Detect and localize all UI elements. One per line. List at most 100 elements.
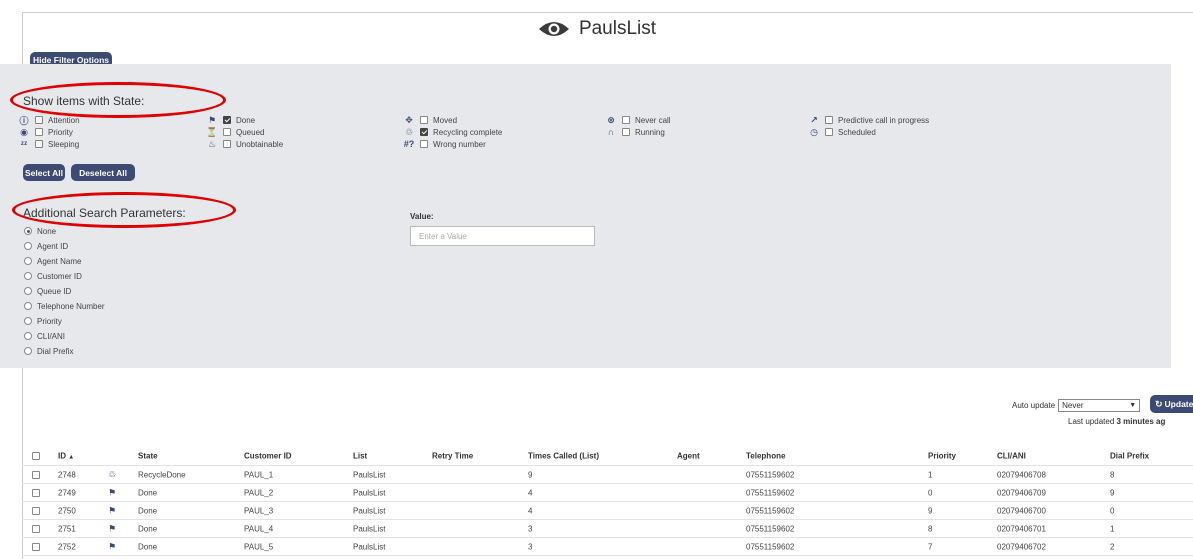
search-param-priority[interactable]: Priority [24, 315, 62, 327]
cell-state: Done [138, 542, 158, 551]
auto-update-select[interactable]: Never ▼ [1058, 399, 1141, 412]
search-param-agent-name[interactable]: Agent Name [24, 255, 81, 267]
cell-telephone: 07551159602 [746, 488, 795, 497]
table-row[interactable]: 2751 ⚑ Done PAUL_4 PaulsList 3 07551159602 8 020… [22, 520, 1193, 538]
state-checkbox[interactable] [35, 116, 43, 124]
move-arrows-icon: ✥ [405, 114, 413, 125]
cell-state: Done [138, 524, 158, 533]
radio-button[interactable] [24, 227, 32, 235]
state-filter-done[interactable]: ⚑ Done [206, 114, 255, 126]
state-filter-label: Running [635, 127, 665, 137]
wrong-number-icon: #? [403, 139, 415, 149]
search-param-telephone-number[interactable]: Telephone Number [24, 300, 105, 312]
table-row[interactable]: 2748 ♲ RecycleDone PAUL_1 PaulsList 9 07551159… [22, 466, 1193, 484]
column-header-times-called[interactable]: Times Called (List) [528, 451, 599, 460]
state-checkbox[interactable] [420, 116, 428, 124]
state-filter-label: Sleeping [48, 139, 80, 149]
radio-button[interactable] [24, 242, 32, 250]
state-filter-wrong-number[interactable]: #? Wrong number [403, 138, 486, 150]
cell-telephone: 07551159602 [746, 470, 795, 479]
alert-circle-icon: ⓘ [19, 115, 29, 126]
flag-icon: ⚑ [207, 114, 217, 125]
state-filter-label: Predictive call in progress [838, 115, 930, 125]
row-checkbox[interactable] [32, 488, 40, 497]
search-param-cli-ani[interactable]: CLI/ANI [24, 330, 65, 342]
update-button[interactable]: ↻ Update [1150, 395, 1193, 413]
state-filter-unobtainable[interactable]: ♨ Unobtainable [206, 138, 283, 150]
search-param-agent-id[interactable]: Agent ID [24, 240, 68, 252]
state-checkbox[interactable] [35, 140, 43, 148]
flag-icon: ⚑ [108, 523, 117, 533]
table-row[interactable]: 2750 ⚑ Done PAUL_3 PaulsList 4 07551159602 9 020… [22, 502, 1193, 520]
column-header-list[interactable]: List [353, 451, 367, 460]
state-checkbox[interactable] [420, 128, 428, 136]
select-all-button[interactable]: Select All [23, 164, 65, 181]
cell-cli-ani: 02079406702 [997, 542, 1046, 551]
row-checkbox[interactable] [32, 506, 40, 515]
cell-customer-id: PAUL_4 [244, 524, 274, 533]
state-checkbox[interactable] [223, 116, 231, 124]
radio-button[interactable] [24, 302, 32, 310]
state-checkbox[interactable] [223, 128, 231, 136]
column-header-cli-ani[interactable]: CLI/ANI [997, 451, 1026, 460]
column-header-agent[interactable]: Agent [677, 451, 700, 460]
refresh-icon: ↻ [1155, 398, 1163, 409]
search-param-queue-id[interactable]: Queue ID [24, 285, 71, 297]
radio-button[interactable] [24, 317, 32, 325]
auto-update-label: Auto update [1012, 401, 1056, 410]
state-filter-sleeping[interactable]: ᶻᶻ Sleeping [18, 138, 79, 150]
state-filter-predictive-call-in-progress[interactable]: ↗ Predictive call in progress [808, 114, 929, 126]
state-checkbox[interactable] [35, 128, 43, 136]
state-filter-label: Queued [236, 127, 265, 137]
cell-times-called: 3 [528, 542, 533, 551]
state-filter-label: Priority [48, 127, 73, 137]
flag-icon: ⚑ [108, 541, 117, 551]
radio-button[interactable] [24, 332, 32, 340]
table-row[interactable]: 2752 ⚑ Done PAUL_5 PaulsList 3 07551159602 7 020… [22, 538, 1193, 556]
state-checkbox[interactable] [622, 128, 630, 136]
state-checkbox[interactable] [825, 128, 833, 136]
radio-button[interactable] [24, 347, 32, 355]
last-updated-text: Last updated 3 minutes ag [1068, 417, 1165, 426]
cell-id: 2752 [58, 542, 76, 551]
state-filter-label: Attention [48, 115, 80, 125]
state-filter-scheduled[interactable]: ◷ Scheduled [808, 126, 876, 138]
state-filter-recycling-complete[interactable]: ♲ Recycling complete [403, 126, 502, 138]
state-filter-queued[interactable]: ⏳ Queued [206, 126, 264, 138]
state-filter-label: Unobtainable [236, 139, 284, 149]
state-filter-priority[interactable]: ◉ Priority [18, 126, 73, 138]
hourglass-icon: ⏳ [206, 126, 218, 137]
column-header-priority[interactable]: Priority [928, 451, 956, 460]
column-header-retry-time[interactable]: Retry Time [432, 451, 473, 460]
state-checkbox[interactable] [622, 116, 630, 124]
search-param-none[interactable]: None [24, 225, 56, 237]
state-filter-moved[interactable]: ✥ Moved [403, 114, 457, 126]
state-filter-label: Never call [635, 115, 671, 125]
radio-button[interactable] [24, 257, 32, 265]
state-filter-running[interactable]: ∩ Running [605, 126, 665, 138]
row-checkbox[interactable] [32, 470, 40, 479]
radio-button[interactable] [24, 287, 32, 295]
state-checkbox[interactable] [825, 116, 833, 124]
state-checkbox[interactable] [420, 140, 428, 148]
column-header-telephone[interactable]: Telephone [746, 451, 785, 460]
deselect-all-button[interactable]: Deselect All [71, 164, 135, 181]
search-param-dial-prefix[interactable]: Dial Prefix [24, 345, 73, 357]
column-header-customer-id[interactable]: Customer ID [244, 451, 292, 460]
column-header-state[interactable]: State [138, 451, 158, 460]
cell-dial-prefix: 8 [1110, 470, 1115, 479]
search-param-customer-id[interactable]: Customer ID [24, 270, 82, 282]
column-header-dial-prefix[interactable]: Dial Prefix [1110, 451, 1149, 460]
cell-cli-ani: 02079406700 [997, 506, 1046, 515]
column-header-id[interactable]: ID ▲ [58, 451, 74, 460]
value-input[interactable] [410, 226, 595, 246]
state-filter-never-call[interactable]: ⊗ Never call [605, 114, 671, 126]
table-row[interactable]: 2749 ⚑ Done PAUL_2 PaulsList 4 07551159602 0 020… [22, 484, 1193, 502]
state-filter-label: Moved [433, 115, 458, 125]
radio-button[interactable] [24, 272, 32, 280]
state-filter-attention[interactable]: ⓘ Attention [18, 114, 80, 126]
row-checkbox[interactable] [32, 524, 40, 533]
state-checkbox[interactable] [223, 140, 231, 148]
select-all-rows-checkbox[interactable] [32, 451, 40, 460]
row-checkbox[interactable] [32, 542, 40, 551]
